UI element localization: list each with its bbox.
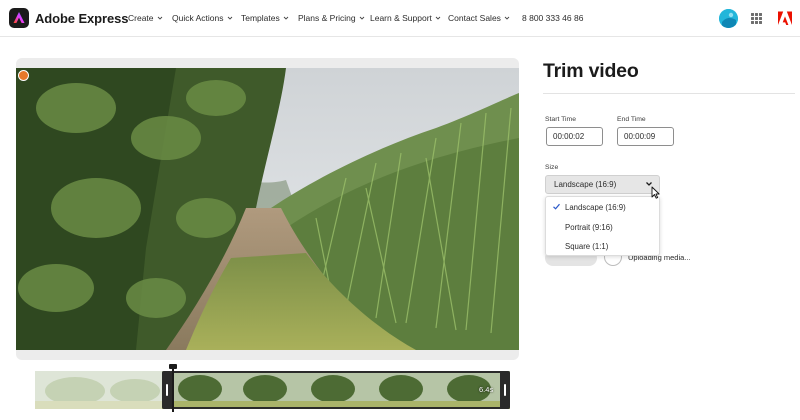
adobe-express-logo-icon	[9, 8, 29, 28]
playhead-knob[interactable]	[169, 364, 177, 369]
home-badge-icon[interactable]	[18, 70, 29, 81]
nav-plans-pricing-label: Plans & Pricing	[298, 13, 356, 23]
chevron-down-icon	[504, 16, 510, 20]
size-label: Size	[545, 164, 559, 171]
size-option-label: Portrait (9:16)	[565, 222, 613, 232]
nav-learn-support[interactable]: Learn & Support	[370, 13, 441, 23]
mouse-cursor-icon	[651, 186, 660, 199]
checkmark-icon	[553, 203, 560, 210]
end-time-label: End Time	[617, 116, 646, 123]
video-preview[interactable]	[16, 58, 519, 360]
selection-border-bottom	[171, 407, 502, 409]
nav-contact-sales-label: Contact Sales	[448, 13, 501, 23]
nav-plans-pricing[interactable]: Plans & Pricing	[298, 13, 365, 23]
nav-create[interactable]: Create	[128, 13, 163, 23]
chevron-down-icon	[283, 16, 289, 20]
nav-contact-sales[interactable]: Contact Sales	[448, 13, 510, 23]
chevron-down-icon	[359, 16, 364, 20]
size-option-square[interactable]: Square (1:1)	[546, 237, 659, 255]
playhead[interactable]	[172, 364, 174, 412]
top-navigation: Adobe Express Create Quick Actions Templ…	[0, 0, 800, 37]
nav-templates-label: Templates	[241, 13, 280, 23]
chevron-down-icon	[435, 16, 441, 20]
apps-grid-icon[interactable]	[751, 13, 762, 24]
size-option-label: Landscape (16:9)	[565, 202, 626, 212]
brand-name: Adobe Express	[35, 10, 129, 26]
selection-border-top	[171, 371, 502, 373]
size-dropdown-menu: Landscape (16:9) Portrait (9:16) Square …	[545, 196, 660, 256]
video-frame-image	[16, 68, 519, 350]
start-time-label: Start Time	[545, 116, 576, 123]
phone-number[interactable]: 8 800 333 46 86	[522, 13, 583, 23]
size-select[interactable]: Landscape (16:9)	[545, 175, 660, 194]
page-title: Trim video	[543, 60, 639, 82]
nav-quick-actions-label: Quick Actions	[172, 13, 224, 23]
brand[interactable]: Adobe Express	[9, 8, 128, 28]
chevron-down-icon	[227, 16, 232, 20]
timeline-excluded-region	[35, 371, 162, 409]
start-time-input[interactable]	[546, 127, 603, 146]
size-selected-value: Landscape (16:9)	[554, 180, 617, 189]
size-option-portrait[interactable]: Portrait (9:16)	[546, 218, 659, 236]
end-time-input[interactable]	[617, 127, 674, 146]
nav-learn-support-label: Learn & Support	[370, 13, 432, 23]
trim-handle-start[interactable]	[162, 371, 172, 409]
user-avatar[interactable]	[719, 9, 738, 28]
adobe-logo-icon[interactable]	[777, 10, 793, 26]
size-option-label: Square (1:1)	[565, 241, 609, 251]
trim-handle-end[interactable]	[500, 371, 510, 409]
chevron-down-icon	[157, 16, 162, 20]
nav-create-label: Create	[128, 13, 154, 23]
trim-timeline[interactable]: 6.4s	[35, 371, 510, 409]
size-option-landscape[interactable]: Landscape (16:9)	[546, 198, 659, 216]
nav-quick-actions[interactable]: Quick Actions	[172, 13, 233, 23]
clip-duration: 6.4s	[479, 385, 494, 394]
nav-templates[interactable]: Templates	[241, 13, 289, 23]
divider	[543, 93, 795, 94]
